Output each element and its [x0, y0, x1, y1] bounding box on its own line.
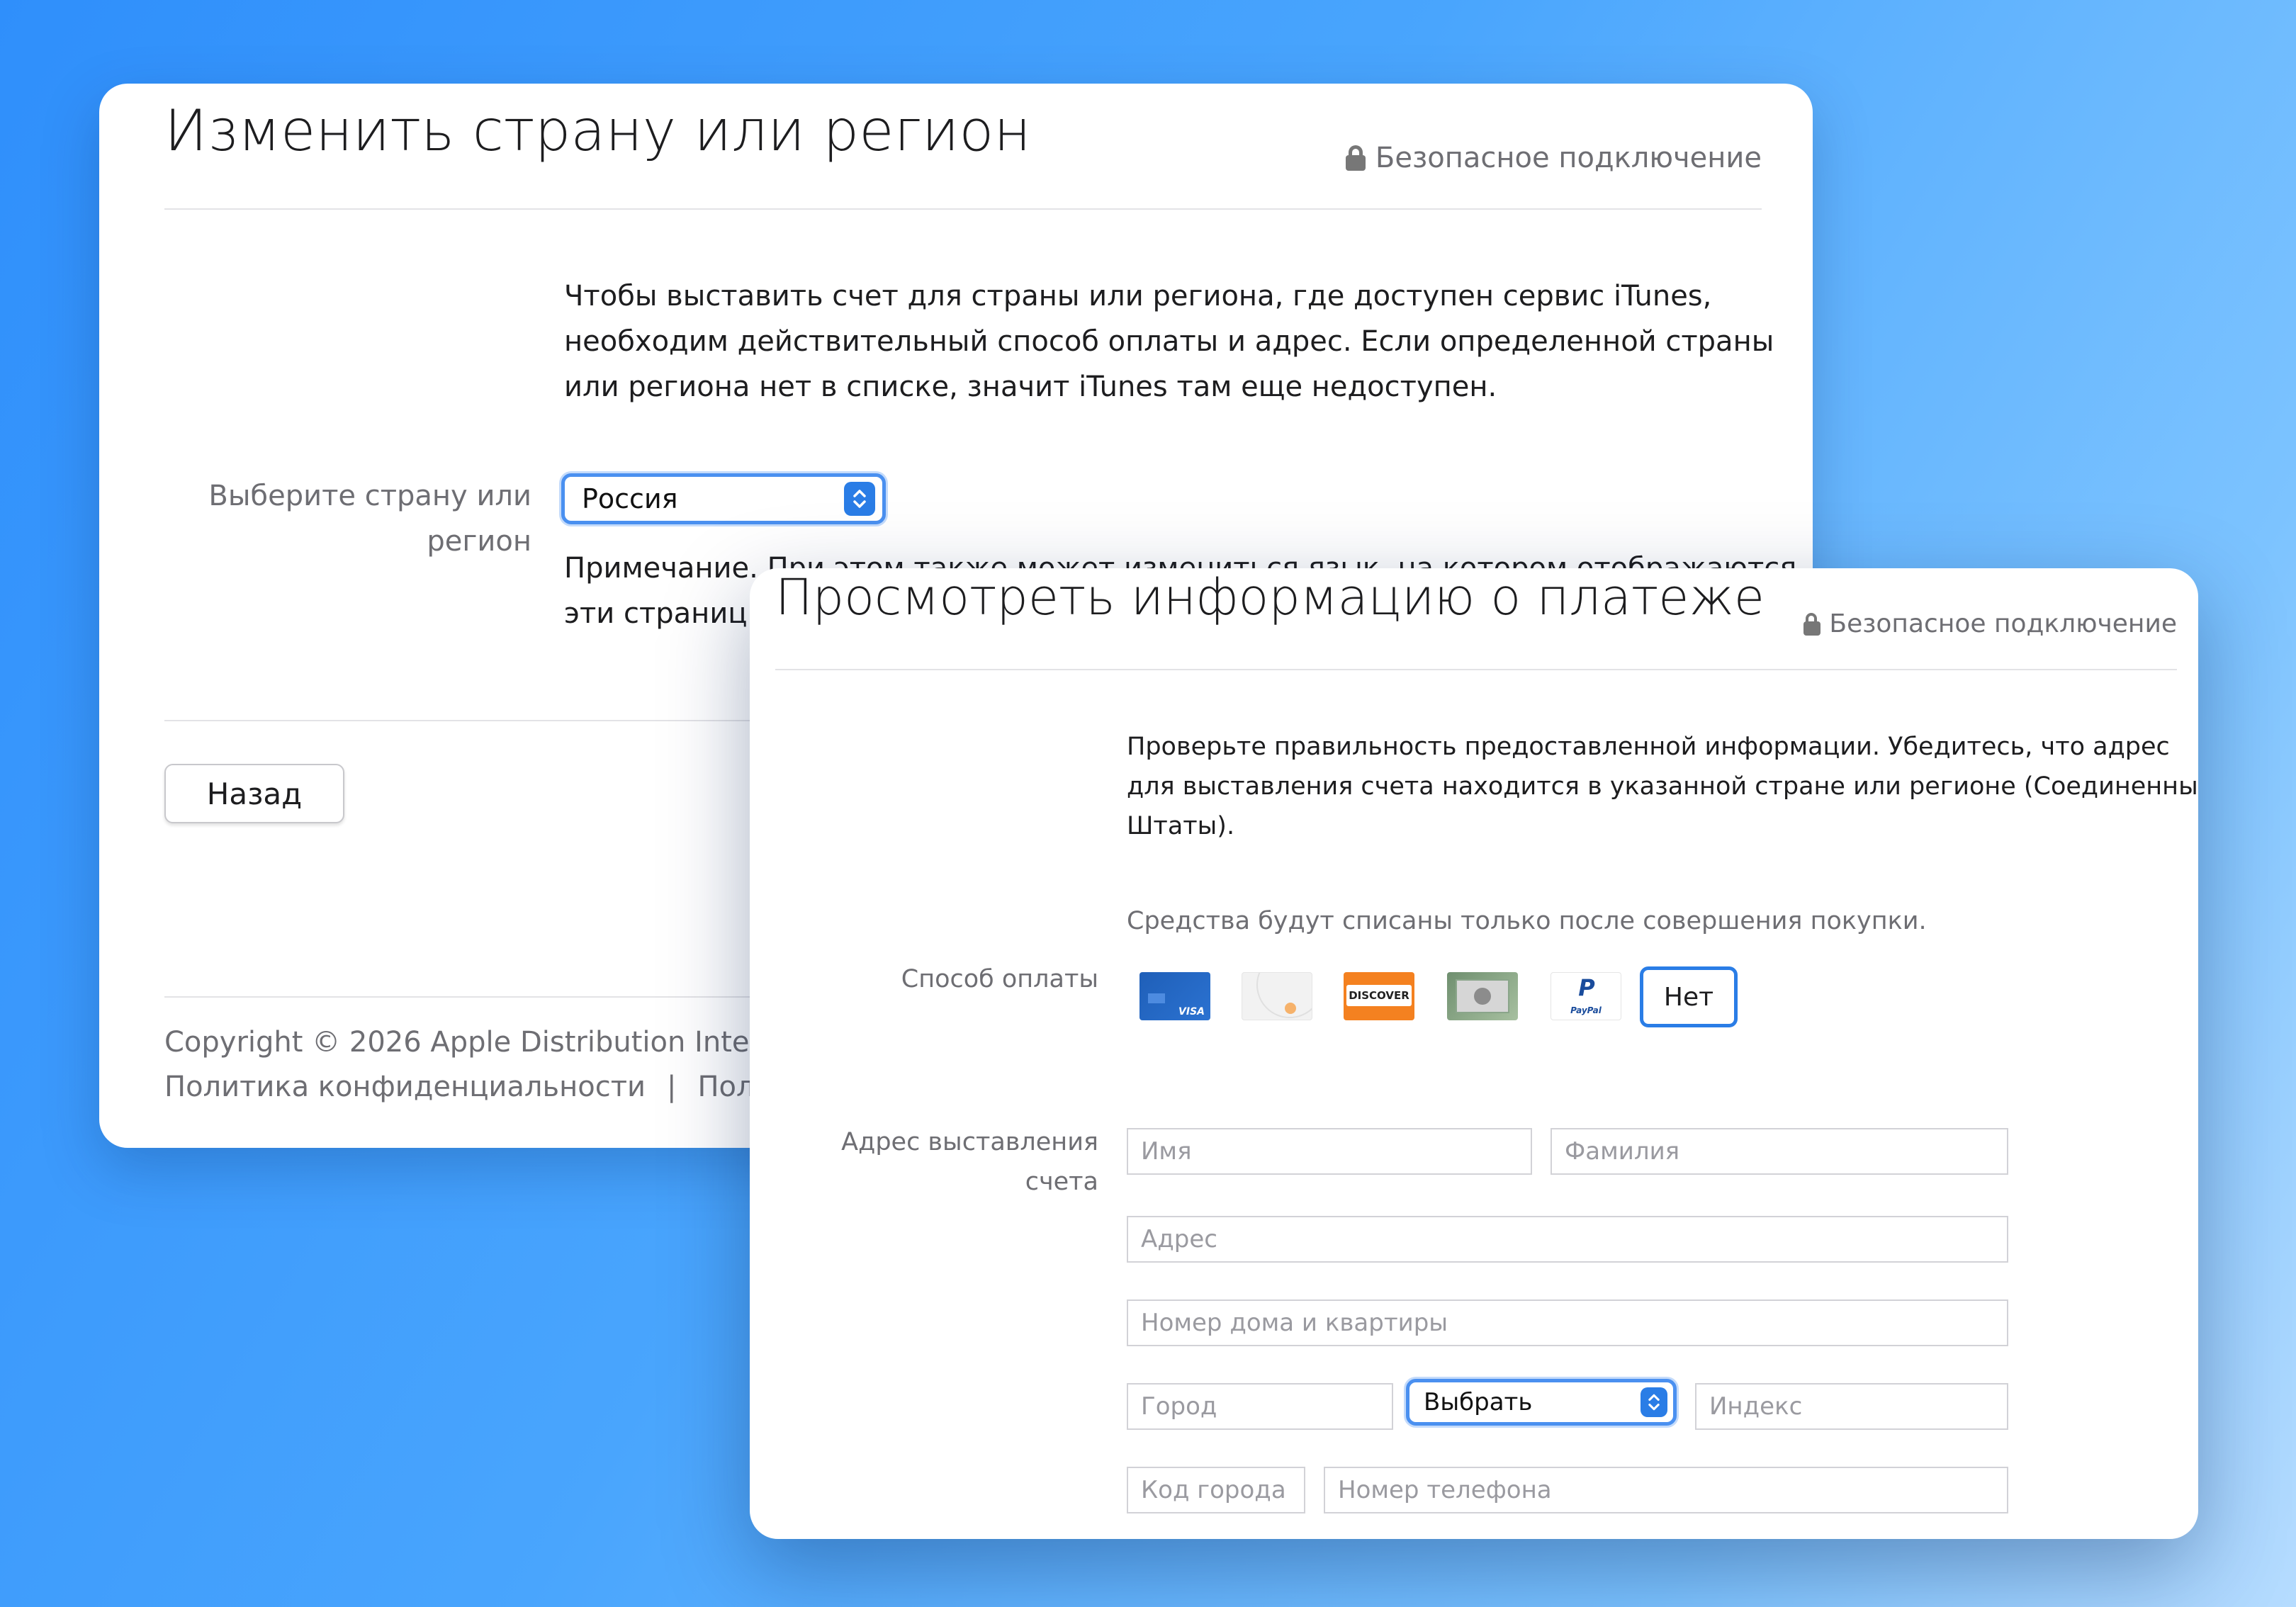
intro-line: или региона нет в списке, значит iTunes … — [564, 371, 1497, 403]
payment-method-label: Способ оплаты — [901, 965, 1098, 993]
card-chip — [1148, 993, 1165, 1003]
region-select-value: Выбрать — [1424, 1388, 1533, 1416]
card-dot — [1285, 1003, 1296, 1014]
city-field[interactable]: Город — [1127, 1383, 1393, 1430]
secure-connection: Безопасное подключение — [1345, 142, 1762, 174]
visa-card-icon[interactable]: VISA — [1139, 972, 1210, 1020]
last-name-field[interactable]: Фамилия — [1551, 1128, 2008, 1175]
lock-icon — [1803, 612, 1821, 636]
secure-connection: Безопасное подключение — [1803, 609, 2177, 638]
intro-line: для выставления счета находится в указан… — [1127, 772, 2198, 801]
billing-address-label: Адрес выставления счета — [841, 1122, 1098, 1202]
amex-card-icon[interactable] — [1447, 972, 1518, 1020]
intro-line: Штаты). — [1127, 812, 1235, 840]
header-divider — [775, 669, 2177, 670]
privacy-policy-link[interactable]: Политика конфиденциальности — [164, 1071, 646, 1103]
country-select-value: Россия — [582, 483, 678, 514]
zip-field[interactable]: Индекс — [1695, 1383, 2008, 1430]
label-line: счета — [1025, 1168, 1098, 1196]
label-line: Адрес выставления — [841, 1128, 1098, 1156]
intro-line: необходим действительный способ оплаты и… — [564, 325, 1774, 358]
intro-text: Проверьте правильность предоставленной и… — [1127, 727, 2198, 846]
charge-note: Средства будут списаны только после сове… — [1127, 907, 1927, 935]
card-arc — [1256, 973, 1312, 1018]
label-line: регион — [427, 525, 531, 558]
discover-card-icon[interactable]: DISCOVER — [1344, 972, 1414, 1020]
chevron-updown-icon — [844, 482, 875, 516]
paypal-p-icon: P — [1578, 974, 1595, 1001]
address-field[interactable]: Адрес — [1127, 1216, 2008, 1263]
phone-field[interactable]: Номер телефона — [1324, 1467, 2008, 1513]
chevron-updown-icon — [1641, 1387, 1667, 1417]
country-label: Выберите страну или регион — [208, 473, 531, 564]
house-field[interactable]: Номер дома и квартиры — [1127, 1299, 2008, 1346]
card-portrait — [1474, 988, 1491, 1005]
footer-separator: | — [666, 1071, 677, 1103]
secure-connection-label: Безопасное подключение — [1829, 609, 2177, 638]
country-select[interactable]: Россия — [561, 473, 886, 524]
intro-text: Чтобы выставить счет для страны или реги… — [564, 274, 1774, 410]
page-title: Изменить страну или регион — [164, 98, 1031, 164]
no-payment-button[interactable]: Нет — [1640, 966, 1738, 1027]
secure-connection-label: Безопасное подключение — [1375, 142, 1762, 174]
paypal-text: PayPal — [1570, 1005, 1602, 1015]
label-line: Выберите страну или — [208, 480, 531, 512]
payment-info-panel: Просмотреть информацию о платеже Безопас… — [750, 568, 2198, 1539]
intro-line: Проверьте правильность предоставленной и… — [1127, 733, 2170, 761]
discover-text: DISCOVER — [1346, 985, 1412, 1006]
header-divider — [164, 208, 1762, 210]
lock-icon — [1345, 145, 1366, 171]
first-name-field[interactable]: Имя — [1127, 1128, 1532, 1175]
area-code-field[interactable]: Код города — [1127, 1467, 1305, 1513]
region-select[interactable]: Выбрать — [1406, 1379, 1677, 1426]
paypal-icon[interactable]: P PayPal — [1551, 972, 1621, 1020]
mastercard-icon[interactable] — [1242, 972, 1312, 1020]
visa-text: VISA — [1178, 1006, 1205, 1017]
intro-line: Чтобы выставить счет для страны или реги… — [564, 280, 1712, 312]
page-title: Просмотреть информацию о платеже — [775, 568, 1765, 626]
back-button[interactable]: Назад — [164, 764, 344, 823]
